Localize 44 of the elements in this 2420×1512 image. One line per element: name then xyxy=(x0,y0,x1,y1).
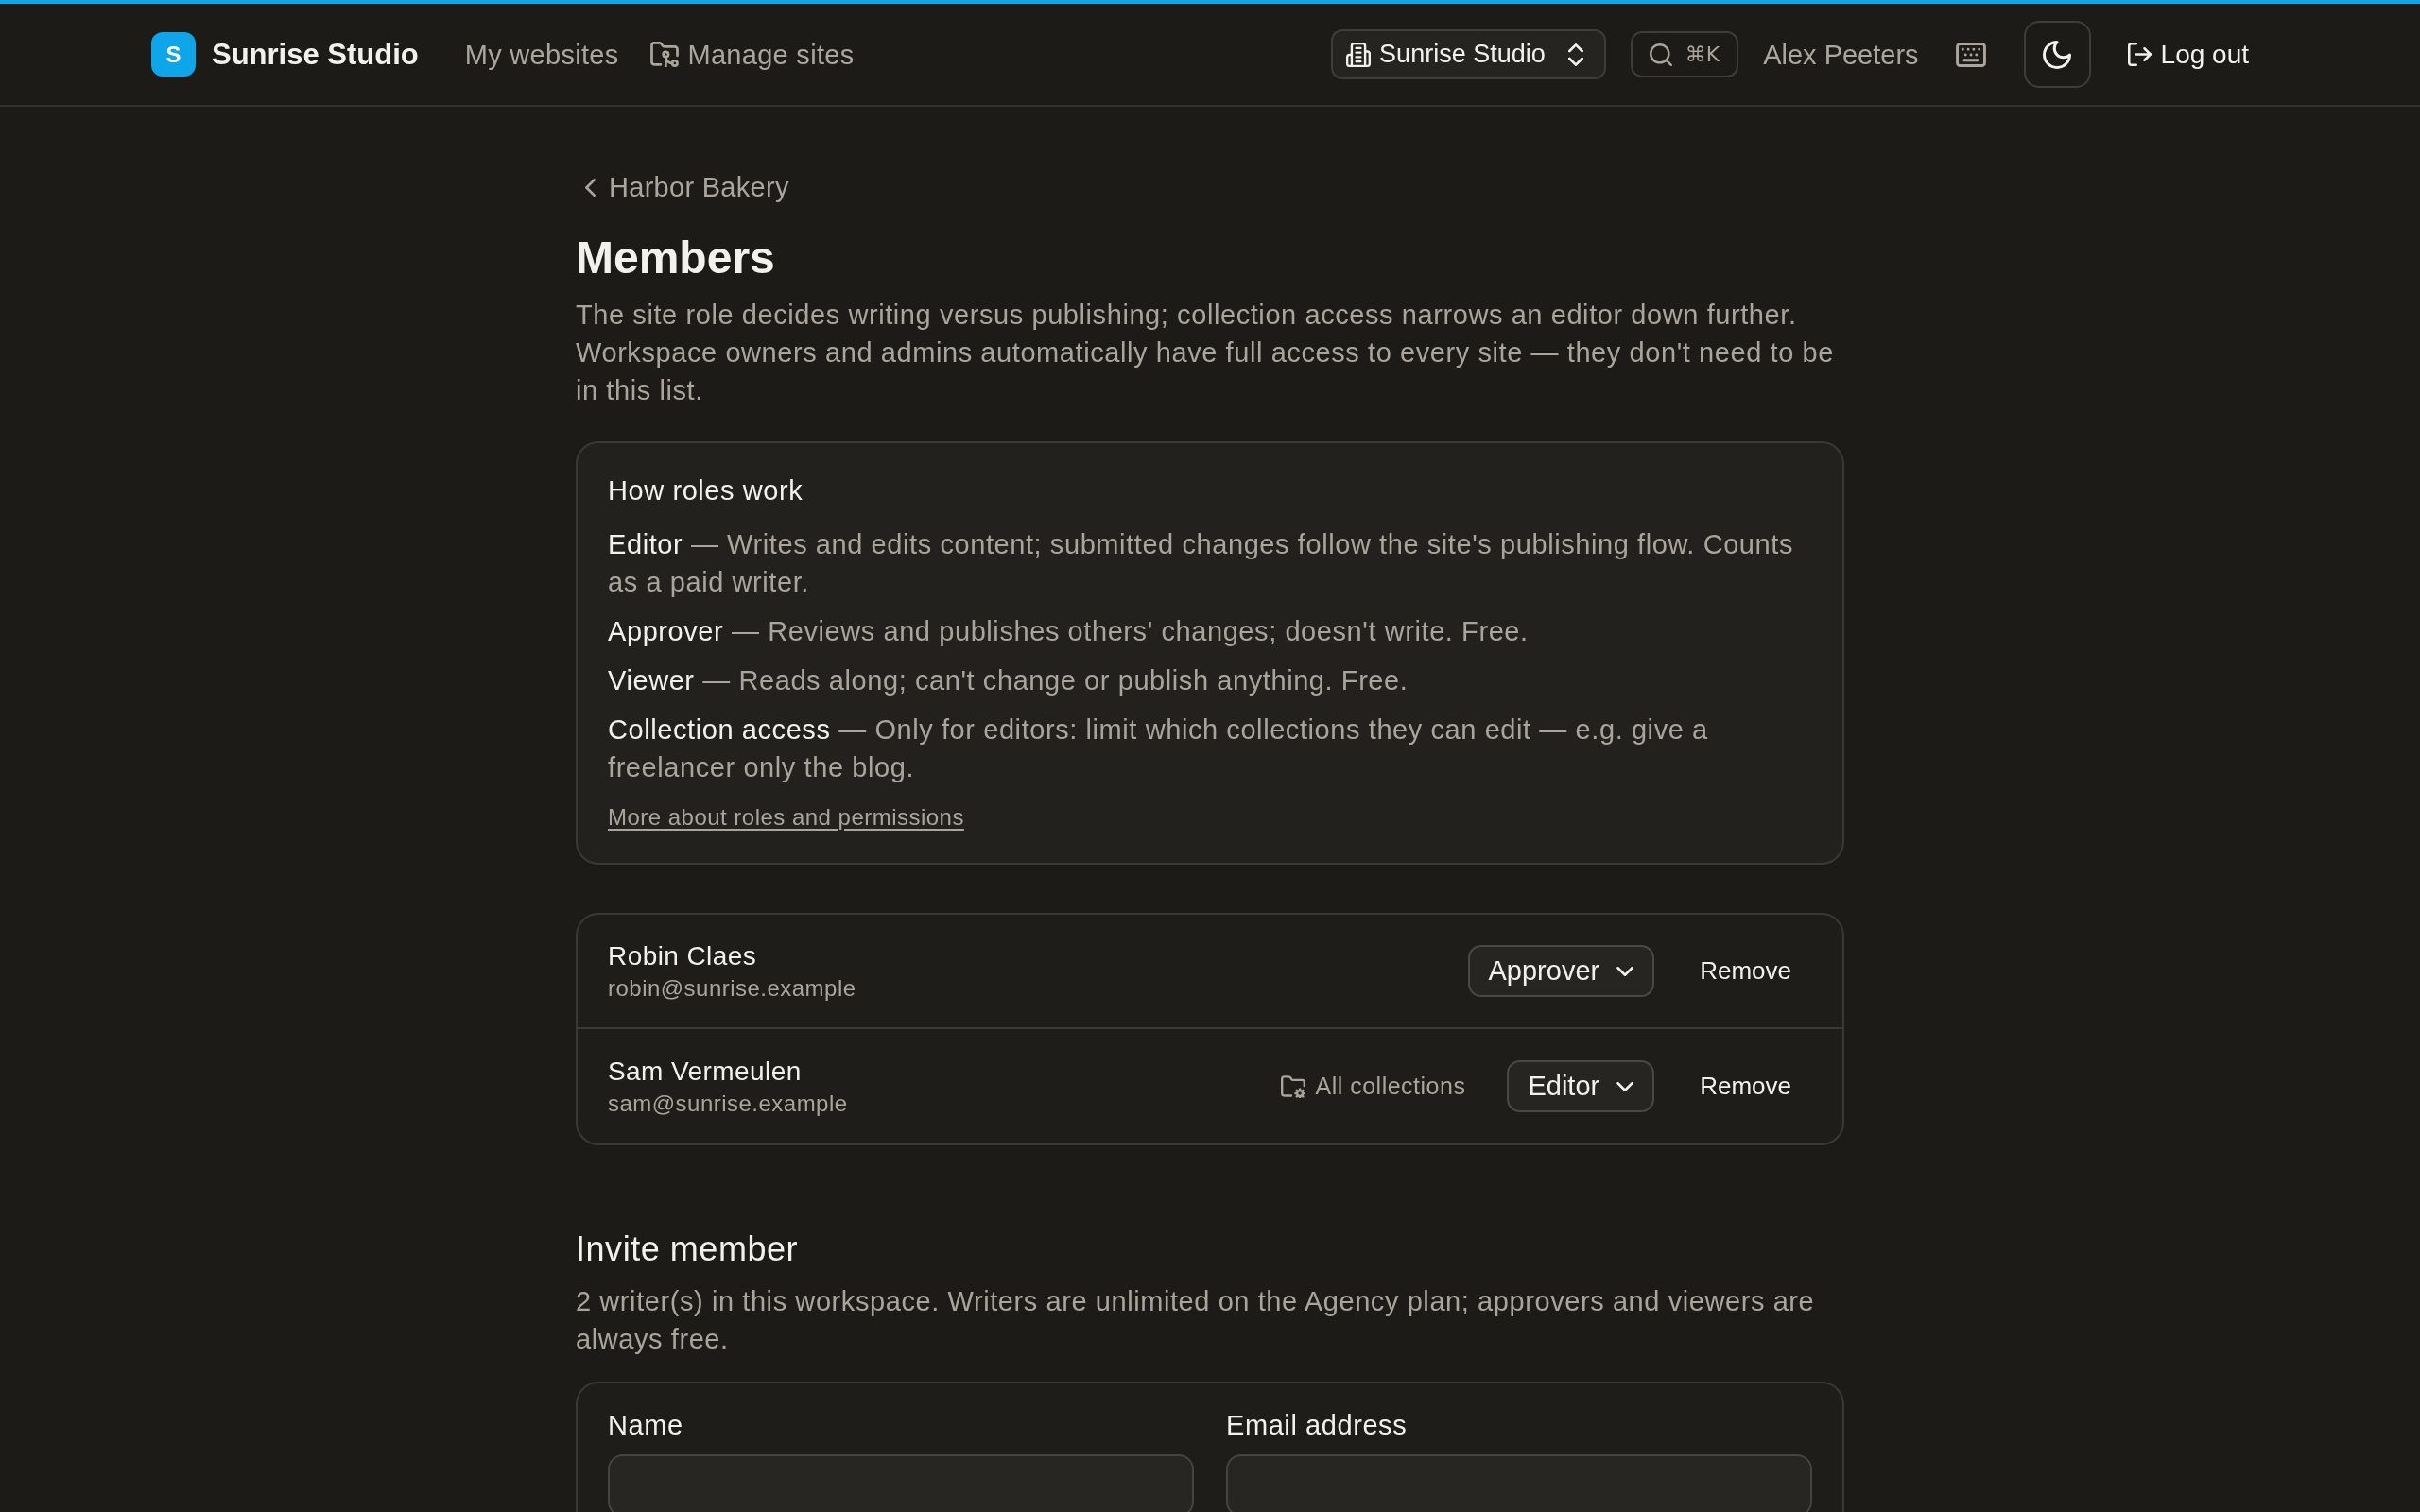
brand-logo: S xyxy=(151,32,196,77)
remove-button[interactable]: Remove xyxy=(1681,945,1810,997)
panel-title: How roles work xyxy=(608,474,804,507)
theme-toggle-button[interactable] xyxy=(2023,21,2091,88)
role-description: Collection access — Only for editors: limit which collections they can edit — e.g. give a freelancer only the blog. xyxy=(608,713,1709,784)
invite-note: 2 writer(s) in this workspace. Writers are unlimited on the Agency plan; approvers and viewers are always free. xyxy=(576,1285,1816,1356)
building-icon xyxy=(1346,42,1372,67)
field-label: Email address xyxy=(1226,1409,1409,1442)
logout-icon xyxy=(2127,43,2152,66)
collection-access-button[interactable]: All collections xyxy=(1281,1068,1466,1105)
section-title: Invite member xyxy=(576,1228,800,1270)
input-field[interactable] xyxy=(608,1454,1194,1512)
workspace-switcher[interactable]: Sunrise Studio xyxy=(1331,29,1606,79)
folder-icon xyxy=(650,42,680,67)
role-dropdown[interactable]: Editor xyxy=(1507,1060,1655,1112)
logout-button[interactable]: Log out xyxy=(2127,34,2249,75)
brand-link[interactable]: Sunrise Studio xyxy=(212,35,419,74)
page-title: Members xyxy=(576,232,776,284)
chevron-down-icon xyxy=(1616,966,1634,976)
role-description: Approver — Reviews and publishes others' changes; doesn't write. Free. xyxy=(608,615,1530,648)
member-email: sam@sunrise.example xyxy=(608,1089,848,1118)
member-name: Sam Vermeulen xyxy=(608,1055,803,1088)
role-description: Viewer — Reads along; can't change or publish anything. Free. xyxy=(608,664,1409,697)
search-icon xyxy=(1649,43,1672,66)
role-description: Editor — Writes and edits content; submitted changes follow the site's publishing flow. Counts as a paid writer. xyxy=(608,528,1794,599)
user-name: Alex Peeters xyxy=(1763,38,1919,72)
role-dropdown[interactable]: Approver xyxy=(1467,945,1655,997)
chevron-down-icon xyxy=(1616,1081,1634,1091)
chevron-left-icon xyxy=(585,178,596,197)
input-field[interactable] xyxy=(1226,1454,1812,1512)
member-name: Robin Claes xyxy=(608,939,758,972)
field-label: Name xyxy=(608,1409,684,1442)
member-email: robin@sunrise.example xyxy=(608,973,856,1003)
roles-help-link[interactable]: More about roles and permissions xyxy=(608,800,964,834)
nav-link[interactable]: My websites xyxy=(464,35,619,74)
nav-link[interactable]: Manage sites xyxy=(650,35,855,74)
folder-gear-icon xyxy=(1281,1074,1306,1098)
chevrons-up-down-icon xyxy=(1567,43,1583,66)
search-button[interactable]: ⌘K xyxy=(1630,31,1739,77)
keyboard-icon[interactable] xyxy=(1955,42,1986,67)
remove-button[interactable]: Remove xyxy=(1681,1060,1810,1112)
back-link[interactable]: Harbor Bakery xyxy=(576,168,789,206)
page-description: The site role decides writing versus publishing; collection access narrows an editor down further. Workspace owners and admins automatically have full access to every site — they don't need to be in this list. xyxy=(576,299,1835,407)
moon-icon xyxy=(2043,40,2072,69)
